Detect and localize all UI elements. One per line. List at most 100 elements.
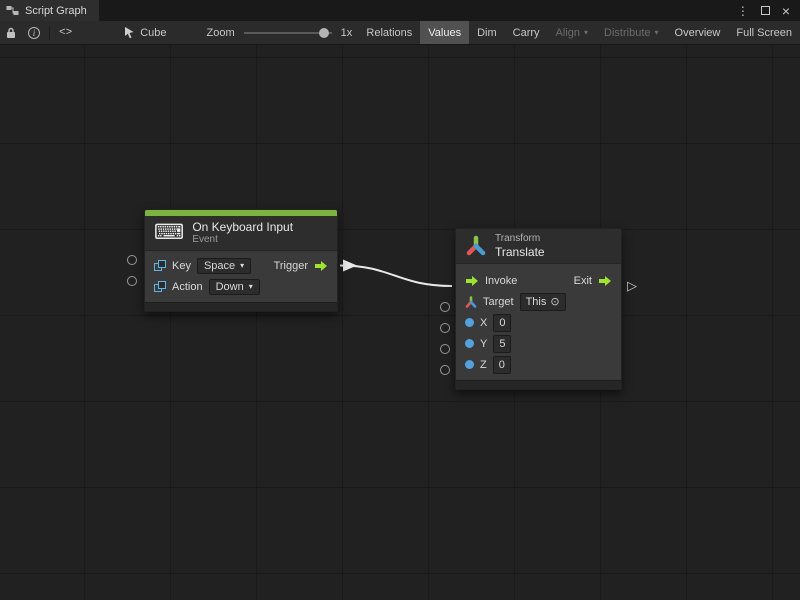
y-value: 5 xyxy=(499,336,505,352)
toolbar-separator xyxy=(49,26,50,40)
invoke-label: Invoke xyxy=(485,275,517,287)
node-on-keyboard-input[interactable]: ⌨ On Keyboard Input Event Key Space ▾ Tr… xyxy=(144,209,338,312)
node-body: Key Space ▾ Trigger Action Down xyxy=(145,251,337,302)
keycode-icon xyxy=(154,260,166,272)
keycode-icon xyxy=(154,281,166,293)
y-port-row: Y 5 xyxy=(456,333,621,354)
dim-button[interactable]: Dim xyxy=(469,21,505,44)
key-dropdown[interactable]: Space ▾ xyxy=(197,258,251,274)
dropdown-arrow-icon: ▾ xyxy=(249,282,253,291)
connection-arrow xyxy=(343,260,357,272)
invoke-port-row: Invoke Exit xyxy=(456,270,621,291)
y-label: Y xyxy=(480,338,487,350)
node-title: On Keyboard Input xyxy=(192,220,293,234)
target-value: This xyxy=(526,294,547,310)
target-input-port[interactable] xyxy=(440,302,450,312)
lock-icon xyxy=(6,27,16,39)
distribute-button[interactable]: Distribute ▾ xyxy=(596,21,666,44)
action-port-row: Action Down ▾ xyxy=(145,276,337,297)
toolbar-buttons: Relations Values Dim Carry Align ▾ Distr… xyxy=(358,21,800,44)
graph-canvas[interactable]: ▷ ⌨ On Keyboard Input Event Key Space ▾ xyxy=(0,45,800,600)
carry-button[interactable]: Carry xyxy=(505,21,548,44)
y-input-port[interactable] xyxy=(440,344,450,354)
connection-wire[interactable] xyxy=(340,266,452,287)
x-value: 0 xyxy=(499,315,505,331)
trigger-label: Trigger xyxy=(274,260,308,272)
cursor-icon xyxy=(124,27,135,39)
node-subtitle: Event xyxy=(192,234,293,246)
action-value: Down xyxy=(216,281,244,293)
tab-bar: Script Graph ⋮ × xyxy=(0,0,800,21)
keyboard-icon: ⌨ xyxy=(154,223,184,243)
zoom-value: 1x xyxy=(341,27,353,39)
code-view-button[interactable]: <> xyxy=(53,21,78,44)
target-label: Target xyxy=(483,296,514,308)
node-body: Invoke Exit Target This xyxy=(456,264,621,380)
x-label: X xyxy=(480,317,487,329)
target-port-row: Target This ⊙ xyxy=(456,291,621,312)
action-input-port[interactable] xyxy=(127,276,137,286)
z-label: Z xyxy=(480,359,487,371)
transform-icon xyxy=(465,235,487,257)
key-value: Space xyxy=(204,260,235,272)
x-input-port[interactable] xyxy=(440,323,450,333)
exit-label: Exit xyxy=(574,275,592,287)
trigger-output-port[interactable] xyxy=(314,260,328,272)
script-graph-icon xyxy=(6,4,19,17)
node-category: Transform xyxy=(495,233,545,245)
float-port-icon xyxy=(465,360,474,369)
align-label: Align xyxy=(556,27,580,39)
node-header: Transform Translate xyxy=(456,229,621,264)
y-field[interactable]: 5 xyxy=(493,335,511,353)
window-maximize-button[interactable] xyxy=(761,6,770,15)
overview-button[interactable]: Overview xyxy=(667,21,729,44)
zoom-slider-handle[interactable] xyxy=(319,28,329,38)
info-button[interactable]: i xyxy=(22,21,46,44)
graph-toolbar: i <> Cube Zoom 1x Relations Values Dim C… xyxy=(0,21,800,45)
window-controls: ⋮ × xyxy=(737,0,800,21)
node-header: ⌨ On Keyboard Input Event xyxy=(145,216,337,251)
node-translate[interactable]: Transform Translate Invoke Exit xyxy=(455,228,622,390)
window-close-button[interactable]: × xyxy=(782,4,790,18)
transform-mini-icon xyxy=(465,296,477,308)
z-value: 0 xyxy=(499,357,505,373)
exit-flow-port[interactable]: ▷ xyxy=(627,279,637,292)
action-label: Action xyxy=(172,281,203,293)
zoom-control: Zoom 1x xyxy=(207,27,353,39)
x-field[interactable]: 0 xyxy=(493,314,511,332)
code-icon: <> xyxy=(59,27,72,39)
zoom-label: Zoom xyxy=(207,27,235,39)
z-input-port[interactable] xyxy=(440,365,450,375)
node-title: Translate xyxy=(495,245,545,259)
fullscreen-button[interactable]: Full Screen xyxy=(728,21,800,44)
dropdown-arrow-icon: ▾ xyxy=(240,261,244,270)
window-menu-button[interactable]: ⋮ xyxy=(737,4,749,18)
target-field[interactable]: This ⊙ xyxy=(520,293,566,311)
values-button[interactable]: Values xyxy=(420,21,469,44)
dropdown-arrow-icon: ▾ xyxy=(655,28,659,37)
key-input-port[interactable] xyxy=(127,255,137,265)
exit-output-port[interactable] xyxy=(598,275,612,287)
x-port-row: X 0 xyxy=(456,312,621,333)
z-port-row: Z 0 xyxy=(456,354,621,375)
z-field[interactable]: 0 xyxy=(493,356,511,374)
action-dropdown[interactable]: Down ▾ xyxy=(209,279,260,295)
dropdown-arrow-icon: ▾ xyxy=(584,28,588,37)
invoke-input-port[interactable] xyxy=(465,275,479,287)
relations-button[interactable]: Relations xyxy=(358,21,420,44)
zoom-slider[interactable] xyxy=(244,32,332,34)
align-button[interactable]: Align ▾ xyxy=(548,21,596,44)
tab-title: Script Graph xyxy=(25,5,87,17)
key-label: Key xyxy=(172,260,191,272)
graph-target-button[interactable]: Cube xyxy=(118,27,172,39)
lock-button[interactable] xyxy=(0,21,22,44)
float-port-icon xyxy=(465,318,474,327)
node-footer xyxy=(456,380,621,389)
info-icon: i xyxy=(28,27,40,39)
object-picker-icon: ⊙ xyxy=(550,294,559,310)
graph-target-label: Cube xyxy=(140,27,166,39)
tab-script-graph[interactable]: Script Graph xyxy=(0,0,99,21)
node-footer xyxy=(145,302,337,311)
distribute-label: Distribute xyxy=(604,27,650,39)
float-port-icon xyxy=(465,339,474,348)
